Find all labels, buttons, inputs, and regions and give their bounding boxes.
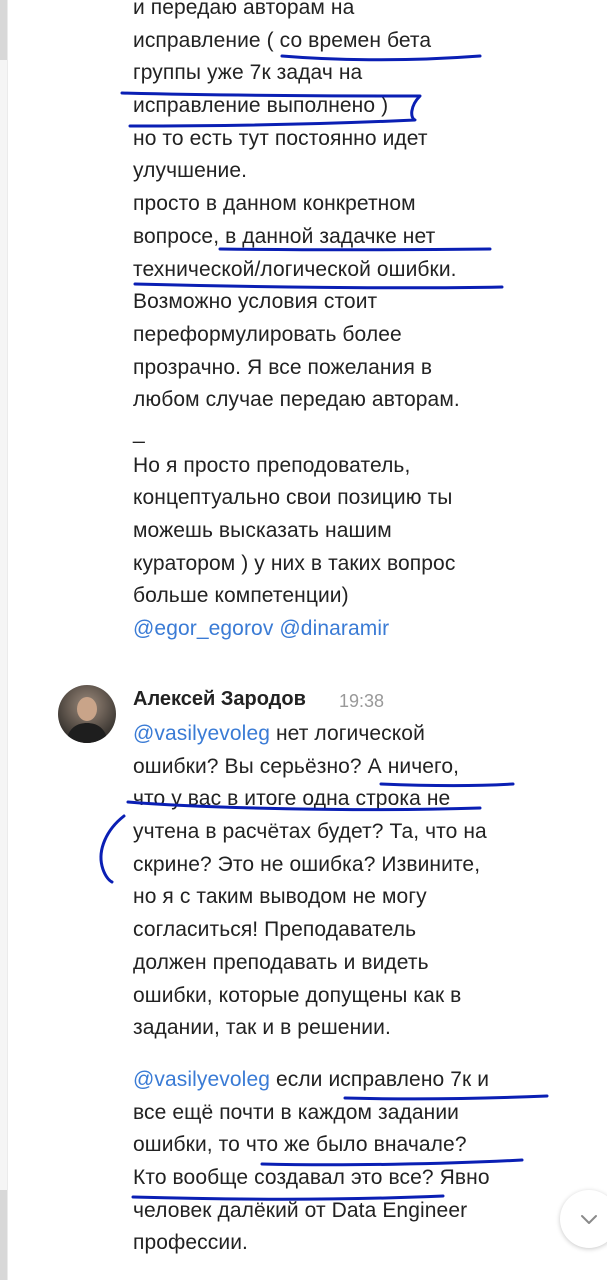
chevron-down-icon	[581, 1215, 597, 1224]
avatar[interactable]	[58, 685, 116, 743]
panel-edge-mark	[0, 0, 7, 60]
message-line: исправление выполнено )	[133, 94, 389, 118]
left-panel-edge	[0, 0, 8, 1280]
message-line: задании, так и в решении.	[133, 1016, 391, 1040]
mention-link[interactable]: @dinaramir	[279, 617, 389, 640]
message-line: вопросе, в данной задачке нет	[133, 224, 436, 248]
message-line: концептуально свои позицию ты	[133, 486, 453, 510]
message-line: и передаю авторам на	[133, 0, 355, 19]
message-line: @vasilyevoleg нет логической	[133, 718, 533, 751]
bracket-stroke	[99, 814, 126, 884]
message-author[interactable]: Алексей Зародов	[133, 688, 306, 711]
message-line: исправление ( со времен бета	[133, 28, 432, 52]
message-line: прозрачно. Я все пожелания в	[133, 355, 433, 379]
mention-link[interactable]: @vasilyevoleg	[133, 722, 270, 745]
message-line: можешь высказать нашим	[133, 519, 392, 542]
message-text: нет логической	[270, 722, 425, 745]
panel-edge-mark	[0, 1190, 7, 1280]
scroll-down-button[interactable]	[560, 1190, 607, 1248]
message-line: ошибки, которые допущены как в	[133, 983, 462, 1007]
message-line: согласиться! Преподаватель	[133, 918, 417, 942]
message-line: что у вас в итоге одна строка не	[133, 787, 451, 811]
message-line: должен преподавать и видеть	[133, 950, 429, 974]
message-line: профессии.	[133, 1231, 248, 1255]
message-line: ошибки, то что же было вначале?	[133, 1133, 467, 1157]
message-line: куратором ) у них в таких вопрос	[133, 551, 456, 575]
message-text: если исправлено 7к и	[270, 1068, 490, 1091]
message-line: Но я просто преподователь,	[133, 453, 411, 477]
message-line: любом случае передаю авторам.	[133, 388, 460, 412]
message-line: но то есть тут постоянно идет	[133, 126, 428, 150]
message-body: @vasilyevoleg нет логической ошибки? Вы …	[133, 718, 533, 1045]
message-line: но я с таким выводом не могу	[133, 885, 427, 909]
message-body: и передаю авторам на исправление ( со вр…	[133, 0, 533, 646]
message-line: группы уже 7к задач на	[133, 61, 363, 85]
message-line: больше компетенции)	[133, 584, 349, 608]
message-line: Кто вообще создавал это все? Явно	[133, 1166, 490, 1190]
message-line: _	[133, 420, 145, 444]
message-line: Возможно условия стоит	[133, 290, 378, 314]
message-line: переформулировать более	[133, 322, 402, 346]
message-line: улучшение.	[133, 159, 248, 183]
message-line: @vasilyevoleg если исправлено 7к и	[133, 1064, 533, 1097]
message-line: скрине? Это не ошибка? Извините,	[133, 852, 481, 876]
mention-line: @egor_egorov @dinaramir	[133, 613, 533, 646]
message-line: все ещё почти в каждом задании	[133, 1100, 459, 1124]
message-body: @vasilyevoleg если исправлено 7к и все е…	[133, 1064, 533, 1260]
message-timestamp: 19:38	[339, 691, 385, 711]
message-line: ошибки? Вы серьёзно? А ничего,	[133, 754, 460, 778]
mention-link[interactable]: @vasilyevoleg	[133, 1068, 270, 1091]
message-line: учтена в расчётах будет? Та, что на	[133, 820, 487, 844]
message-line: просто в данном конкретном	[133, 192, 416, 216]
message-line: человек далёкий от Data Engineer	[133, 1198, 468, 1222]
mention-link[interactable]: @egor_egorov	[133, 617, 273, 640]
message-line: технической/логической ошибки.	[133, 257, 457, 281]
